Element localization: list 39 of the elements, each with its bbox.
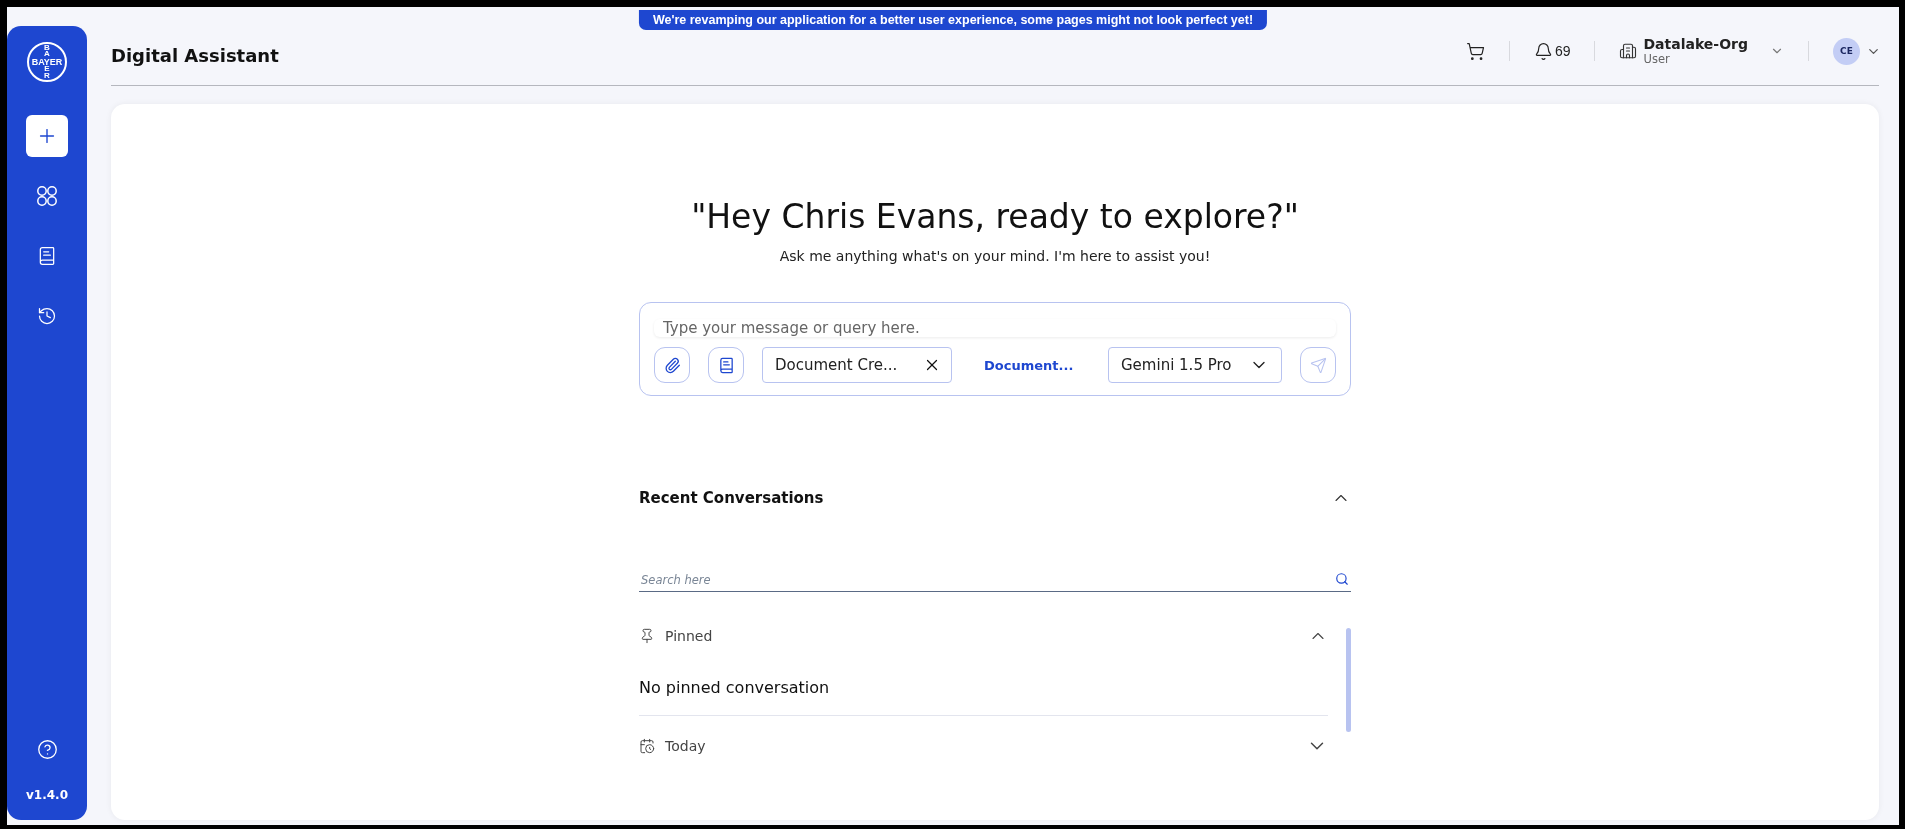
notice-banner: We're revamping our application for a better user experience, some pages might not look perfect yet! [638,10,1268,30]
chip-label: Document Cre... [775,356,898,374]
send-icon [1309,356,1327,374]
book-icon [717,356,735,374]
empty-message: No pinned conversation [639,678,831,697]
building-icon [1619,42,1638,60]
group-header[interactable]: Today [639,734,1328,758]
bell-icon [1533,41,1553,61]
logo: BA BAYER ER [27,42,67,82]
group-label: Today [665,738,707,754]
org-role: User [1643,52,1671,66]
calendar-icon [639,738,655,754]
paperclip-icon [663,356,681,374]
page-title: Digital Assistant [111,45,279,66]
group-label: Pinned [665,628,714,644]
greeting-subtitle: Ask me anything what's on your mind. I'm here to assist you! [778,248,1212,264]
attach-button[interactable] [654,347,690,383]
document-chip[interactable]: Document Cre... [762,347,952,383]
history-icon [37,306,57,326]
help-icon[interactable] [36,739,58,760]
scrollbar[interactable] [1346,628,1351,732]
cart-icon[interactable] [1465,41,1485,61]
version-label: v1.4.0 [26,788,68,802]
org-name: Datalake-Org [1643,36,1748,52]
search-icon[interactable] [1335,572,1349,586]
model-select[interactable]: Gemini 1.5 Pro [1108,347,1282,383]
group-header[interactable]: Pinned [639,624,1328,648]
four-circles-icon [36,185,58,207]
greeting-title: "Hey Chris Evans, ready to explore?" [690,197,1300,236]
new-chat-button[interactable] [26,115,68,157]
book-icon [37,246,57,266]
message-input[interactable]: Type your message or query here. [654,319,1336,337]
pin-icon [639,628,655,644]
document-link[interactable]: Document... [984,357,1074,373]
section-title: Recent Conversations [639,489,824,507]
user-avatar[interactable]: CE [1833,37,1860,65]
library-button[interactable] [708,347,744,383]
notification-count: 69 [1554,43,1571,59]
notifications-button[interactable]: 69 [1533,41,1571,61]
